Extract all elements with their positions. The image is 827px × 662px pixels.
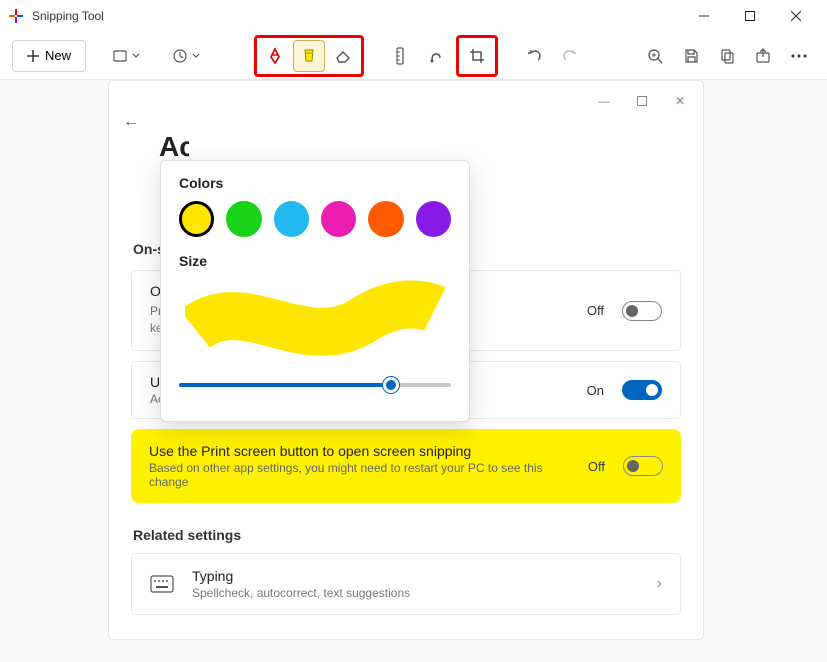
brush-preview <box>179 279 451 359</box>
crop-highlight <box>456 35 498 77</box>
new-snip-button[interactable]: New <box>12 40 86 72</box>
onscreen-keyboard-toggle[interactable] <box>622 301 662 321</box>
toolbar: New <box>0 32 827 80</box>
print-screen-row: Use the Print screen button to open scre… <box>131 429 681 503</box>
save-button[interactable] <box>675 40 707 72</box>
minimize-button[interactable] <box>681 0 727 32</box>
toggle-state: Off <box>587 303 604 318</box>
new-label: New <box>45 48 71 63</box>
setting-title: Use the Print screen button to open scre… <box>149 443 576 459</box>
app-icon <box>8 8 24 24</box>
snip-mode-dropdown[interactable] <box>106 40 146 72</box>
ruler-tool-button[interactable] <box>384 40 416 72</box>
undo-button[interactable] <box>518 40 550 72</box>
typing-title: Typing <box>192 568 410 584</box>
pen-tool-button[interactable] <box>259 40 291 72</box>
keyboard-icon <box>150 575 174 593</box>
copy-button[interactable] <box>711 40 743 72</box>
setting-sub: Based on other app settings, you might n… <box>149 461 576 489</box>
zoom-button[interactable] <box>639 40 671 72</box>
back-button[interactable]: ← <box>123 113 139 131</box>
print-screen-toggle[interactable] <box>623 456 663 476</box>
settings-maximize-button[interactable] <box>627 86 657 116</box>
size-label: Size <box>179 253 451 269</box>
highlighter-options-popup: Colors Size <box>160 160 470 422</box>
toggle-state: On <box>587 383 604 398</box>
size-slider[interactable] <box>179 373 451 397</box>
colors-label: Colors <box>179 175 451 191</box>
titlebar: Snipping Tool <box>0 0 827 32</box>
highlighter-tool-button[interactable] <box>293 40 325 72</box>
typing-sub: Spellcheck, autocorrect, text suggestion… <box>192 586 410 600</box>
redo-button[interactable] <box>554 40 586 72</box>
settings-minimize-button[interactable]: — <box>589 86 619 116</box>
touch-writing-button[interactable] <box>420 40 452 72</box>
toggle-state: Off <box>588 459 605 474</box>
crop-tool-button[interactable] <box>461 40 493 72</box>
typing-settings-row[interactable]: Typing Spellcheck, autocorrect, text sug… <box>131 553 681 615</box>
chevron-right-icon: › <box>657 575 662 593</box>
underline-access-keys-toggle[interactable] <box>622 380 662 400</box>
color-swatches <box>179 201 451 237</box>
share-button[interactable] <box>747 40 779 72</box>
app-title: Snipping Tool <box>32 9 681 23</box>
color-swatch-purple[interactable] <box>416 201 451 237</box>
color-swatch-yellow[interactable] <box>179 201 214 237</box>
more-button[interactable] <box>783 40 815 72</box>
app-window: Snipping Tool New <box>0 0 827 662</box>
color-swatch-magenta[interactable] <box>321 201 356 237</box>
settings-close-button[interactable]: ✕ <box>665 86 695 116</box>
annotation-tools-highlight <box>254 35 364 77</box>
color-swatch-cyan[interactable] <box>274 201 309 237</box>
eraser-tool-button[interactable] <box>327 40 359 72</box>
maximize-button[interactable] <box>727 0 773 32</box>
color-swatch-orange[interactable] <box>368 201 403 237</box>
slider-thumb[interactable] <box>383 377 399 393</box>
delay-dropdown[interactable] <box>166 40 206 72</box>
color-swatch-green[interactable] <box>226 201 261 237</box>
close-button[interactable] <box>773 0 819 32</box>
related-settings-label: Related settings <box>109 527 703 543</box>
canvas-area: — ✕ ← Accessibility On-s O Prke Off Unde… <box>0 80 827 662</box>
